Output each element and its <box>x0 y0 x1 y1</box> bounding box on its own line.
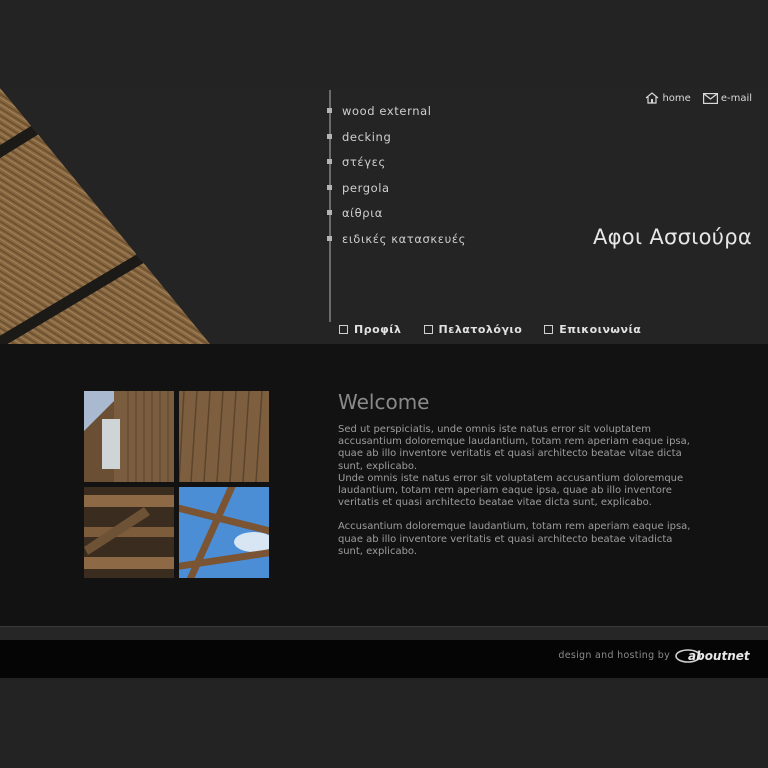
nav-item-pergola[interactable]: pergola <box>326 179 466 205</box>
checkbox-icon <box>339 325 348 334</box>
footer: design and hosting by aboutnet <box>0 640 768 678</box>
email-link-label: e-mail <box>720 92 752 104</box>
nav-item-label: στέγες <box>342 155 386 170</box>
checkbox-icon <box>544 325 554 334</box>
nav-item-label: pergola <box>342 180 390 195</box>
house-icon <box>646 92 659 104</box>
contact-link[interactable]: Επικοινωνία <box>544 323 641 336</box>
home-link[interactable]: home <box>645 92 691 104</box>
email-link[interactable]: e-mail <box>702 92 752 104</box>
logo-text: aboutnet <box>688 649 751 663</box>
profile-link-label: Προφίλ <box>354 323 402 336</box>
bullet-icon <box>327 133 332 139</box>
nav-item-label: αίθρια <box>342 206 383 221</box>
checkbox-icon <box>423 325 433 334</box>
content-area: Welcome Sed ut perspiciatis, unde omnis … <box>0 344 768 626</box>
clients-link[interactable]: Πελατολόγιο <box>423 323 523 336</box>
welcome-body: Sed ut perspiciatis, unde omnis iste nat… <box>338 424 698 558</box>
welcome-title: Welcome <box>338 390 430 414</box>
bullet-icon <box>327 235 332 241</box>
nav-item-label: ειδικές κατασκευές <box>342 231 466 246</box>
photo-wood-facade <box>84 391 174 482</box>
photo-timber-frame <box>84 487 174 578</box>
home-link-label: home <box>662 92 691 104</box>
header: wood external decking στέγες pergola αίθ… <box>0 88 768 344</box>
top-links: home e-mail <box>645 92 752 104</box>
nav-item-label: wood external <box>342 104 432 118</box>
welcome-paragraph: Accusantium doloremque laudantium, totam… <box>338 521 691 557</box>
bullet-icon <box>327 184 332 190</box>
clients-link-label: Πελατολόγιο <box>438 323 523 336</box>
photo-pergola-sky <box>179 487 269 578</box>
divider-band <box>0 626 768 641</box>
photo-grid <box>84 391 270 578</box>
welcome-paragraph: Sed ut perspiciatis, unde omnis iste nat… <box>338 424 690 472</box>
bullet-icon <box>327 159 332 165</box>
bullet-icon <box>327 210 332 216</box>
aboutnet-logo[interactable]: aboutnet <box>674 647 766 665</box>
nav-item-roofs[interactable]: στέγες <box>326 153 466 179</box>
bullet-icon <box>327 108 332 113</box>
nav-item-atriums[interactable]: αίθρια <box>326 204 466 230</box>
nav-item-label: decking <box>342 129 392 144</box>
wood-planks-image <box>0 88 210 344</box>
nav-item-decking[interactable]: decking <box>326 128 466 154</box>
welcome-paragraph: Unde omnis iste natus error sit voluptat… <box>338 472 684 509</box>
aboutnet-logo-image: aboutnet <box>675 649 751 663</box>
envelope-icon <box>702 92 718 104</box>
nav-item-special-constructions[interactable]: ειδικές κατασκευές <box>326 230 466 256</box>
profile-link[interactable]: Προφίλ <box>339 323 402 336</box>
nav-item-wood-external[interactable]: wood external <box>326 102 466 128</box>
main-nav: wood external decking στέγες pergola αίθ… <box>326 102 466 256</box>
photo-wood-cladding <box>179 391 269 482</box>
secondary-nav: Προφίλ Πελατολόγιο Επικοινωνία <box>339 323 641 336</box>
footer-credit: design and hosting by <box>558 650 670 661</box>
brand-name: Αφοι Ασσιούρα <box>592 225 752 249</box>
contact-link-label: Επικοινωνία <box>559 323 642 336</box>
